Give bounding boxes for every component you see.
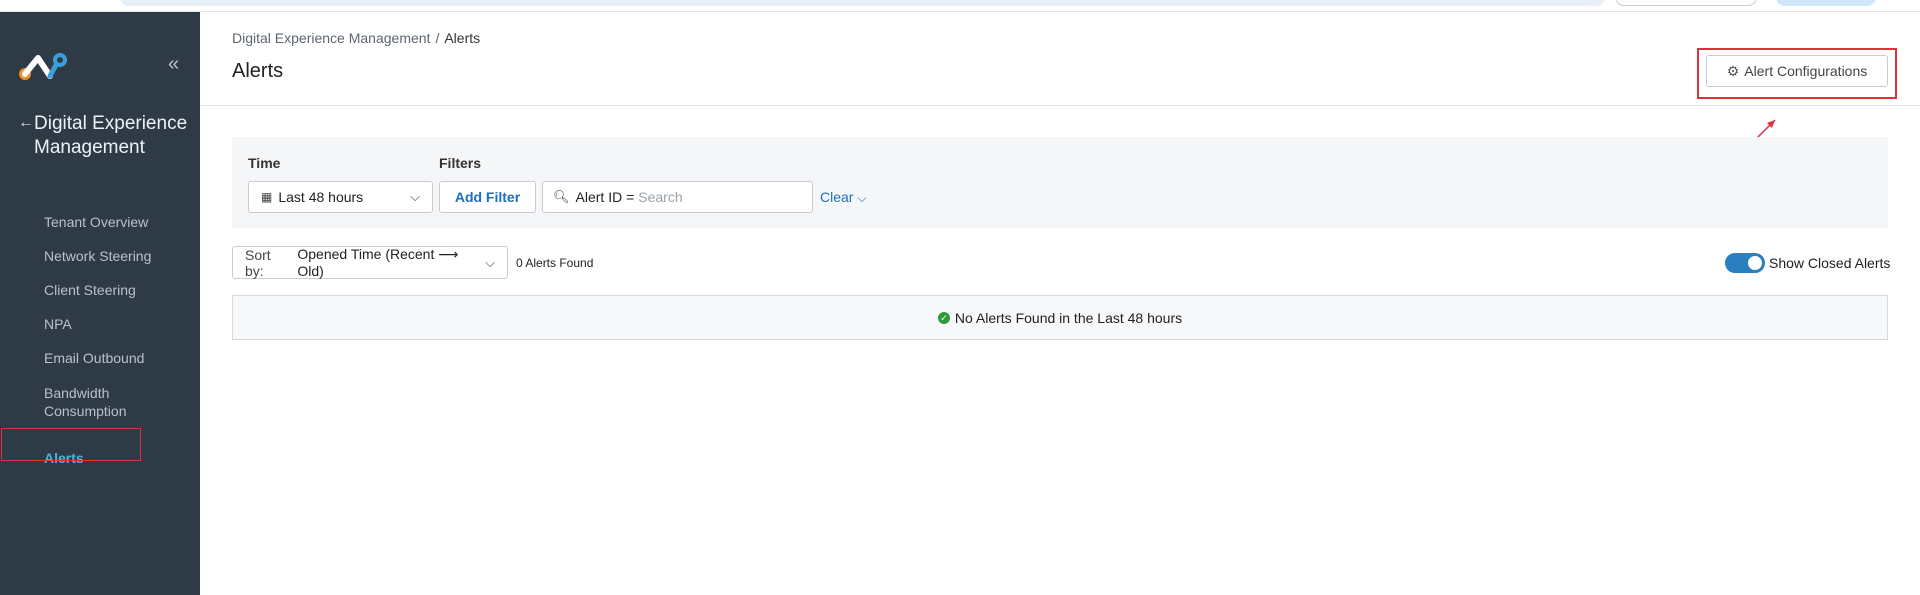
show-closed-alerts-toggle[interactable]	[1725, 253, 1765, 273]
empty-state: ✓ No Alerts Found in the Last 48 hours	[232, 295, 1888, 340]
page-title: Alerts	[232, 60, 284, 82]
browser-pill-button[interactable]	[1615, 0, 1757, 6]
show-closed-alerts-label: Show Closed Alerts	[1769, 255, 1891, 271]
clear-label: Clear	[820, 189, 854, 205]
sidebar-item-client-steering[interactable]: Client Steering	[44, 282, 136, 298]
breadcrumb-parent[interactable]: Digital Experience Management	[232, 30, 430, 46]
filters-label: Filters	[439, 155, 482, 171]
alert-id-label: Alert ID =	[575, 189, 635, 205]
sidebar-item-email-outbound[interactable]: Email Outbound	[44, 350, 144, 366]
section-header: ← Digital Experience Management	[18, 112, 193, 160]
sidebar-item-network-steering[interactable]: Network Steering	[44, 248, 151, 264]
highlight-box-alerts-nav	[1, 428, 141, 461]
time-range-value: Last 48 hours	[278, 189, 364, 205]
breadcrumb-current: Alerts	[444, 30, 481, 46]
chevron-down-icon: ⌵	[410, 189, 420, 204]
alert-configurations-label: Alert Configurations	[1744, 63, 1868, 79]
sidebar: « ← Digital Experience Management Tenant…	[0, 12, 200, 595]
alert-id-search-input[interactable]	[638, 189, 799, 205]
sort-label: Sort by:	[245, 246, 271, 279]
filter-panel: Time Filters ▦ Last 48 hours ⌵ Add Filte…	[232, 137, 1888, 228]
sidebar-item-tenant-overview[interactable]: Tenant Overview	[44, 214, 148, 230]
calendar-icon: ▦	[261, 190, 273, 204]
sidebar-item-npa[interactable]: NPA	[44, 316, 72, 332]
alert-configurations-button[interactable]: ⚙ Alert Configurations	[1706, 55, 1888, 87]
gear-icon: ⚙	[1726, 62, 1740, 79]
alert-id-search-field[interactable]: 🔍︎ Alert ID =	[542, 181, 813, 213]
search-icon: 🔍︎	[553, 189, 570, 204]
address-bar[interactable]	[120, 0, 1605, 6]
collapse-icon[interactable]: «	[168, 54, 179, 74]
sort-select[interactable]: Sort by: Opened Time (Recent ⟶ Old) ⌵	[232, 246, 508, 279]
back-arrow-icon[interactable]: ←	[18, 114, 34, 132]
logo-icon[interactable]	[18, 50, 70, 84]
browser-top-strip	[0, 0, 1920, 12]
breadcrumb: Digital Experience Management / Alerts	[232, 30, 480, 46]
breadcrumb-separator: /	[435, 30, 440, 46]
alerts-count: 0 Alerts Found	[516, 256, 594, 270]
time-range-select[interactable]: ▦ Last 48 hours ⌵	[248, 181, 433, 213]
sort-value: Opened Time (Recent ⟶ Old)	[297, 246, 459, 279]
check-circle-icon: ✓	[937, 311, 950, 324]
empty-state-message: No Alerts Found in the Last 48 hours	[954, 309, 1183, 326]
sidebar-item-bandwidth-consumption[interactable]: Bandwidth Consumption	[44, 384, 144, 420]
browser-pill-button-primary[interactable]	[1776, 0, 1876, 6]
chevron-down-icon: ⌵	[857, 191, 867, 205]
chevron-down-icon: ⌵	[485, 254, 495, 270]
section-title: Digital Experience Management	[34, 113, 188, 158]
clear-button[interactable]: Clear ⌵	[820, 189, 866, 206]
toggle-knob	[1748, 256, 1762, 270]
page-header: Digital Experience Management / Alerts Ale…	[200, 12, 1920, 106]
time-label: Time	[248, 155, 281, 171]
add-filter-button[interactable]: Add Filter	[439, 181, 536, 213]
